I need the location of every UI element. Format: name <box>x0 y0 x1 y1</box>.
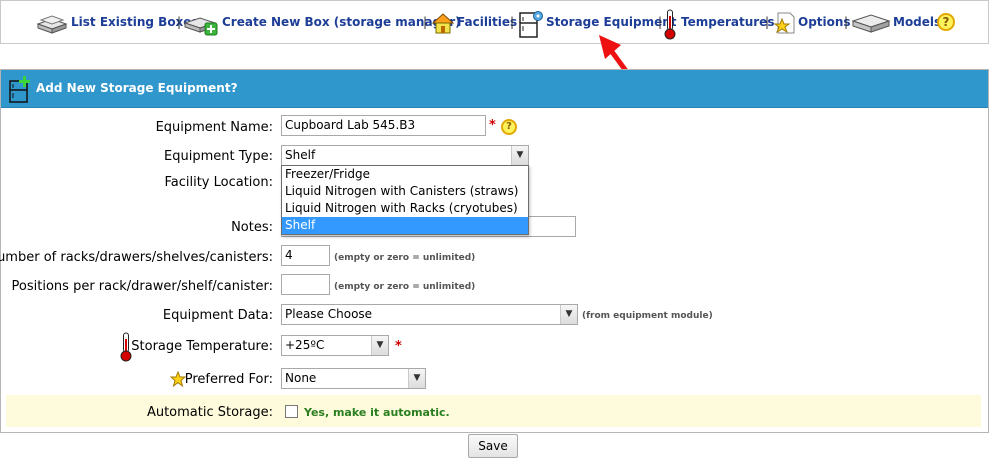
racks-label: Number of racks/drawers/shelves/canister… <box>0 250 273 265</box>
nav-separator: | <box>177 15 182 29</box>
nav-list-existing-boxes[interactable]: List Existing Boxes <box>36 1 199 45</box>
add-box-icon <box>183 11 219 40</box>
box-stack-icon <box>36 13 68 38</box>
storage-temperature-value: +25ºC <box>285 338 325 352</box>
nav-facilities[interactable]: Facilities <box>431 1 517 45</box>
help-question-icon[interactable]: ? <box>501 119 517 135</box>
storage-fridge-icon <box>518 10 544 41</box>
house-icon <box>431 11 455 38</box>
nav-separator: | <box>510 15 515 29</box>
top-navigation: List Existing Boxes | Create New Box (st… <box>0 0 989 108</box>
question-icon[interactable]: ? <box>937 13 955 31</box>
star-page-icon <box>772 11 796 38</box>
required-marker: * <box>395 339 402 354</box>
chevron-down-icon: ▼ <box>560 305 577 324</box>
nav-options[interactable]: Options <box>772 1 851 45</box>
star-icon <box>169 370 187 390</box>
positions-label: Positions per rack/drawer/shelf/canister… <box>11 279 273 294</box>
chevron-down-icon: ▼ <box>511 146 528 165</box>
racks-hint: (empty or zero = unlimited) <box>334 253 476 263</box>
automatic-storage-checkbox-label[interactable]: Yes, make it automatic. <box>304 406 450 419</box>
facility-location-label: Facility Location: <box>164 175 273 190</box>
preferred-for-label: Preferred For: <box>184 372 273 387</box>
automatic-storage-checkbox[interactable] <box>285 405 298 418</box>
nav-label: Temperatures <box>681 15 775 29</box>
nav-models[interactable]: Models <box>851 1 941 45</box>
racks-input[interactable]: 4 <box>281 245 330 266</box>
chevron-down-icon: ▼ <box>408 369 425 388</box>
equipment-data-select[interactable]: Please Choose ▼ <box>281 304 578 325</box>
positions-hint: (empty or zero = unlimited) <box>334 282 476 292</box>
dropdown-option[interactable]: Freezer/Fridge <box>282 166 528 183</box>
dropdown-option[interactable]: Liquid Nitrogen with Canisters (straws) <box>282 183 528 200</box>
notes-label: Notes: <box>231 220 273 235</box>
storage-temperature-select[interactable]: +25ºC ▼ <box>281 335 389 356</box>
nav-label: Facilities <box>457 15 518 29</box>
equipment-type-select[interactable]: Shelf ▼ <box>281 145 529 166</box>
equipment-data-hint: (from equipment module) <box>582 311 713 321</box>
nav-separator: | <box>844 15 849 29</box>
nav-label: Models <box>893 15 942 29</box>
panel-title: Add New Storage Equipment? <box>36 81 238 95</box>
panel-header: Add New Storage Equipment? <box>1 70 988 108</box>
nav-separator: | <box>658 15 663 29</box>
positions-input[interactable] <box>281 274 330 295</box>
dropdown-option-selected[interactable]: Shelf <box>282 217 528 234</box>
dropdown-option[interactable]: Liquid Nitrogen with Racks (cryotubes) <box>282 200 528 217</box>
model-device-icon <box>851 11 891 38</box>
equipment-data-value: Please Choose <box>285 307 373 321</box>
nav-temperatures[interactable]: Temperatures <box>663 1 774 45</box>
nav-separator: | <box>423 15 428 29</box>
required-marker: * <box>489 118 496 133</box>
equipment-type-dropdown-list: Freezer/Fridge Liquid Nitrogen with Cani… <box>281 165 529 235</box>
preferred-for-value: None <box>285 371 317 385</box>
save-button[interactable]: Save <box>468 434 518 458</box>
equipment-name-label: Equipment Name: <box>155 120 273 135</box>
equipment-name-input[interactable]: Cupboard Lab 545.B3 <box>281 115 486 136</box>
storage-temperature-label: Storage Temperature: <box>131 339 273 354</box>
thermometer-icon <box>663 8 677 43</box>
fridge-add-icon <box>9 76 33 107</box>
nav-create-new-box[interactable]: Create New Box (storage manager) <box>183 1 461 45</box>
equipment-type-value: Shelf <box>285 148 316 162</box>
automatic-storage-label: Automatic Storage: <box>146 405 273 420</box>
preferred-for-select[interactable]: None ▼ <box>281 368 426 389</box>
nav-label: Options <box>798 15 851 29</box>
chevron-down-icon: ▼ <box>371 336 388 355</box>
nav-label: Storage Equipment <box>546 15 677 29</box>
equipment-data-label: Equipment Data: <box>162 308 273 323</box>
nav-separator: | <box>765 15 770 29</box>
equipment-type-label: Equipment Type: <box>164 149 273 164</box>
